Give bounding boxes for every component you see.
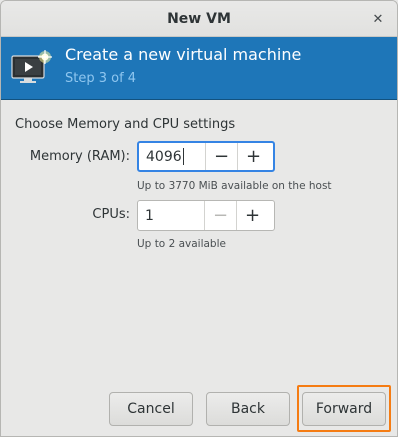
memory-decrement-button[interactable]: − [205,143,237,170]
memory-input[interactable]: 4096 [139,143,205,170]
cpus-value: 1 [145,207,154,224]
memory-label: Memory (RAM): [29,149,130,164]
cancel-button[interactable]: Cancel [109,392,193,426]
text-caret [182,148,184,165]
window-title: New VM [167,10,231,27]
cpus-input[interactable]: 1 [138,201,204,230]
cpus-increment-button[interactable]: + [236,201,268,230]
wizard-banner: Create a new virtual machine Step 3 of 4 [1,37,397,100]
section-title: Choose Memory and CPU settings [15,117,236,132]
cpus-label: CPUs: [92,207,130,222]
forward-button[interactable]: Forward [302,392,386,426]
virtual-machine-icon [11,50,52,83]
memory-hint: Up to 3770 MiB available on the host [137,180,332,192]
titlebar: New VM ✕ [1,1,397,37]
memory-increment-button[interactable]: + [237,143,269,170]
cpus-hint: Up to 2 available [137,238,226,250]
new-vm-dialog: New VM ✕ Create a new virtual machine St… [0,0,398,437]
wizard-heading: Create a new virtual machine [65,45,302,64]
cpus-decrement-button[interactable]: − [204,201,236,230]
memory-spinbutton[interactable]: 4096 − + [137,141,275,172]
memory-value: 4096 [146,148,182,165]
close-icon[interactable]: ✕ [369,10,387,28]
back-button[interactable]: Back [206,392,290,426]
cpus-spinbutton[interactable]: 1 − + [137,200,275,231]
wizard-step-indicator: Step 3 of 4 [65,71,137,86]
